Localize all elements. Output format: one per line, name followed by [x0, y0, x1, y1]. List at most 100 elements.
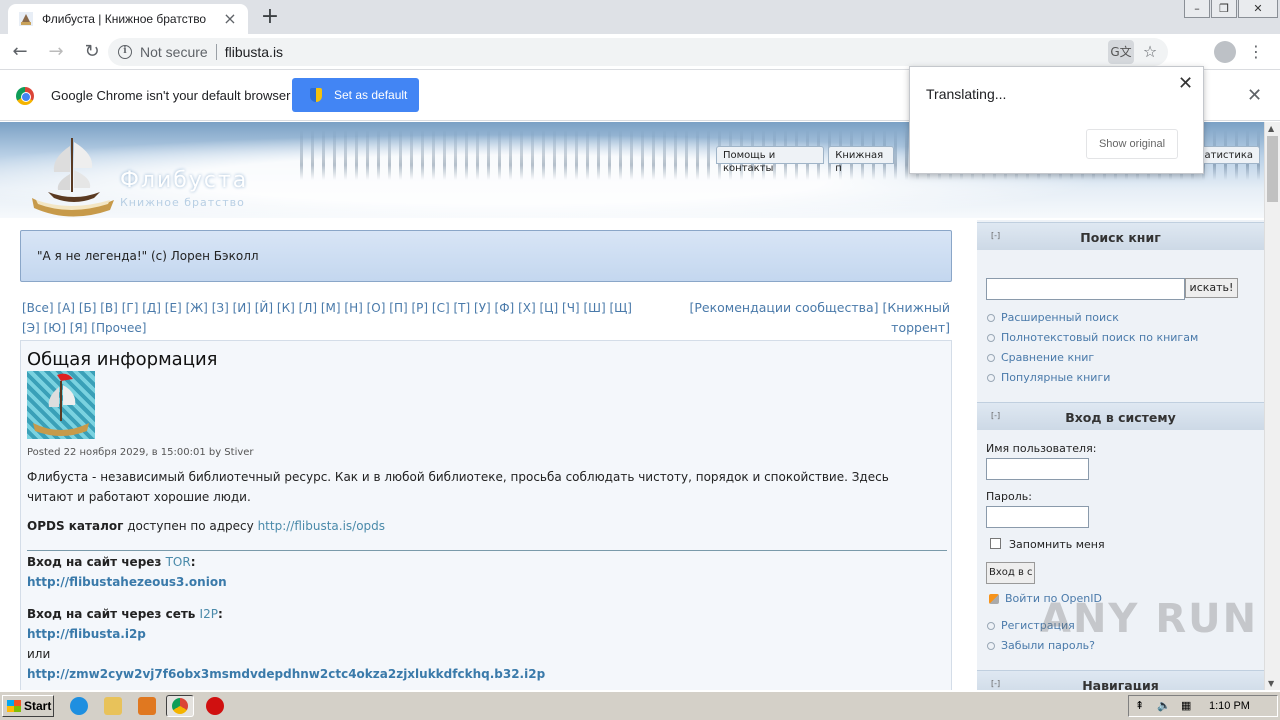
address-url[interactable]: flibusta.is [225, 44, 283, 60]
clock[interactable]: 1:10 PM [1209, 700, 1250, 712]
letter-link[interactable]: [Щ] [609, 301, 632, 315]
letter-link[interactable]: [Б] [79, 301, 97, 315]
nav-book[interactable]: Книжная п [828, 146, 894, 174]
address-separator [215, 44, 217, 60]
set-as-default-label: Set as default [334, 88, 408, 102]
password-field[interactable] [986, 506, 1089, 528]
torrent-link[interactable]: [Книжный торрент] [883, 300, 950, 335]
letter-link[interactable]: [А] [57, 301, 75, 315]
login-button[interactable]: Вход в с [986, 562, 1035, 584]
letter-link[interactable]: [Э] [22, 321, 40, 335]
security-label: Not secure [140, 44, 208, 60]
nav-statistics[interactable]: атистика [1197, 146, 1260, 164]
tor-url-link[interactable]: http://flibustahezeous3.onion [27, 575, 227, 589]
remember-me-checkbox[interactable] [990, 538, 1001, 549]
reload-icon[interactable]: ↻ [76, 36, 108, 68]
letter-link[interactable]: [Е] [165, 301, 182, 315]
tor-link[interactable]: TOR [166, 555, 191, 569]
scroll-thumb[interactable] [1267, 136, 1278, 202]
scroll-up-icon[interactable]: ▲ [1268, 124, 1274, 133]
site-name[interactable]: Флибуста [120, 168, 248, 193]
letter-link[interactable]: [П] [389, 301, 407, 315]
letter-link[interactable]: [С] [432, 301, 450, 315]
bookmark-star-icon[interactable]: ☆ [1138, 40, 1162, 64]
letter-link[interactable]: [Й] [255, 301, 273, 315]
letter-link[interactable]: [Ж] [186, 301, 208, 315]
compare-books-link[interactable]: Сравнение книг [987, 348, 1198, 368]
search-block-title: Поиск книг [1080, 230, 1161, 245]
letter-link[interactable]: [Х] [518, 301, 536, 315]
search-button[interactable]: искать! [1185, 278, 1238, 298]
fulltext-search-link[interactable]: Полнотекстовый поиск по книгам [987, 328, 1198, 348]
nav-help-contacts[interactable]: Помощь и контакты [716, 146, 825, 174]
book-search-input[interactable] [986, 278, 1185, 300]
address-bar[interactable]: i Not secure flibusta.is G文 ☆ [108, 38, 1168, 66]
letter-link[interactable]: [О] [367, 301, 386, 315]
ship-logo-icon[interactable] [22, 128, 118, 218]
volume-icon[interactable]: 🔈 [1157, 699, 1171, 712]
tray-arrow-icon[interactable]: ⇞ [1135, 699, 1144, 712]
back-arrow-icon[interactable]: ← [4, 36, 36, 68]
new-tab-button[interactable]: + [258, 6, 282, 30]
i2p-url-link[interactable]: http://flibusta.i2p [27, 627, 146, 641]
site-favicon-icon [19, 12, 33, 26]
nav-block-header: [-] Навигация [977, 670, 1264, 690]
username-field[interactable] [986, 458, 1089, 480]
letter-link[interactable]: [В] [100, 301, 118, 315]
scroll-down-icon[interactable]: ▼ [1268, 679, 1274, 688]
letter-link[interactable]: [Г] [122, 301, 139, 315]
show-original-button[interactable]: Show original [1086, 129, 1178, 159]
chrome-menu-icon[interactable]: ⋮ [1248, 42, 1264, 62]
letter-link[interactable]: [Н] [344, 301, 362, 315]
letter-link[interactable]: [Р] [411, 301, 428, 315]
letter-link[interactable]: [Д] [142, 301, 161, 315]
browser-tab[interactable]: Флибуста | Книжное братство × [8, 4, 248, 34]
letter-link[interactable]: [Прочее] [91, 321, 146, 335]
ie-icon[interactable] [70, 697, 88, 715]
media-player-icon[interactable] [138, 697, 156, 715]
popular-books-link[interactable]: Популярные книги [987, 368, 1198, 388]
system-tray: ⇞ 🔈 ▦ 1:10 PM [1128, 695, 1278, 717]
letter-link[interactable]: [Ч] [562, 301, 580, 315]
letter-link[interactable]: [Ю] [44, 321, 66, 335]
security-app-icon[interactable] [206, 697, 224, 715]
advanced-search-link[interactable]: Расширенный поиск [987, 308, 1198, 328]
letter-link[interactable]: [Ф] [495, 301, 515, 315]
info-icon[interactable]: i [118, 45, 132, 59]
search-links: Расширенный поиск Полнотекстовый поиск п… [987, 308, 1198, 388]
opds-link[interactable]: http://flibusta.is/opds [258, 519, 385, 533]
tab-close-icon[interactable]: × [222, 11, 238, 27]
page-scrollbar[interactable]: ▲ ▼ [1264, 122, 1280, 690]
forward-arrow-icon[interactable]: → [40, 36, 72, 68]
letter-link[interactable]: [И] [233, 301, 251, 315]
letter-link[interactable]: [Я] [70, 321, 88, 335]
tor-label: Вход на сайт через [27, 555, 166, 569]
letter-link[interactable]: [У] [474, 301, 491, 315]
letter-link[interactable]: [Л] [299, 301, 317, 315]
translate-close-icon[interactable]: ✕ [1178, 73, 1193, 94]
profile-avatar-icon[interactable] [1214, 41, 1236, 63]
letter-link[interactable]: [Ш] [583, 301, 605, 315]
translate-icon[interactable]: G文 [1108, 40, 1134, 64]
set-as-default-button[interactable]: Set as default [292, 78, 419, 112]
letter-link[interactable]: [З] [212, 301, 229, 315]
network-icon[interactable]: ▦ [1181, 699, 1191, 712]
start-button[interactable]: Start [2, 695, 54, 717]
explorer-icon[interactable] [104, 697, 122, 715]
i2p-b32-link[interactable]: http://zmw2cyw2vj7f6obx3msmdvdepdhnw2ctc… [27, 667, 545, 681]
infobar-close-icon[interactable]: ✕ [1247, 85, 1262, 106]
i2p-link[interactable]: I2P [200, 607, 218, 621]
intro-paragraph: Флибуста - независимый библиотечный ресу… [27, 470, 889, 504]
recommendations-link[interactable]: [Рекомендации сообщества] [690, 300, 879, 315]
letter-link[interactable]: [Т] [454, 301, 471, 315]
chrome-taskbar-button[interactable] [166, 695, 194, 717]
login-block-title: Вход в систему [1065, 410, 1176, 425]
window-close-icon[interactable]: ✕ [1238, 0, 1278, 18]
tor-heading: Вход на сайт через TOR: [27, 555, 196, 569]
letter-link[interactable]: [Ц] [540, 301, 559, 315]
restore-icon[interactable]: ❐ [1211, 0, 1237, 18]
letter-link[interactable]: [Все] [22, 301, 54, 315]
letter-link[interactable]: [К] [277, 301, 295, 315]
minimize-icon[interactable]: – [1184, 0, 1210, 18]
letter-link[interactable]: [М] [321, 301, 341, 315]
